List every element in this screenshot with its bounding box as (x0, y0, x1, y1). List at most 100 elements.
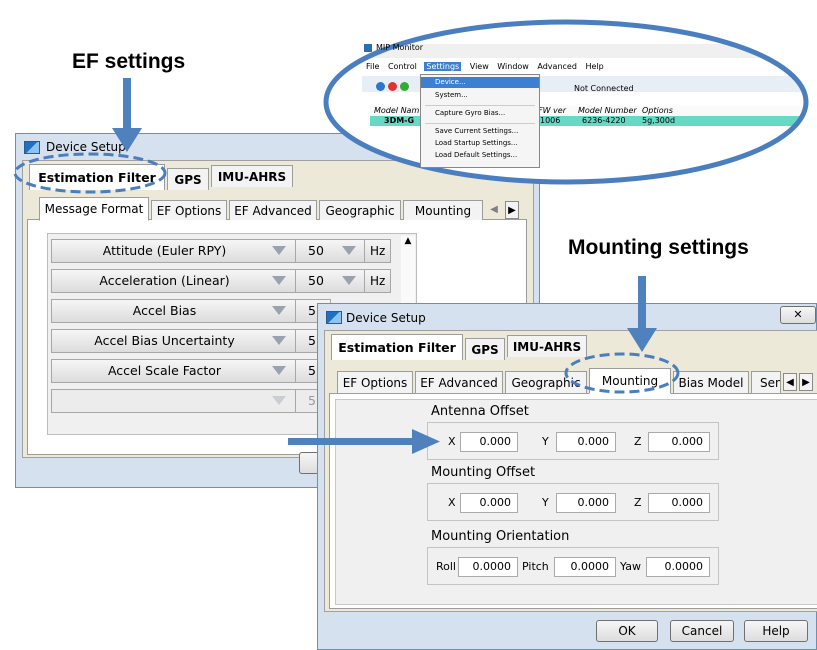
menu-item-device[interactable]: Device... (435, 78, 466, 86)
message-row: Acceleration (Linear) 50 Hz (51, 269, 391, 293)
unit-label: Hz (370, 244, 386, 258)
menu-item-load-startup[interactable]: Load Startup Settings... (435, 139, 518, 147)
tab-bias-model[interactable]: Bias Model (673, 371, 749, 393)
mip-menubar: File Control Settings View Window Advanc… (366, 62, 604, 71)
chevron-down-icon (272, 246, 286, 255)
mip-title: MIP Monitor (376, 43, 424, 52)
record-icon[interactable] (400, 82, 409, 91)
mounting-tab-highlight (564, 352, 680, 394)
tab-message-format[interactable]: Message Format (39, 197, 149, 221)
menu-item-save-current[interactable]: Save Current Settings... (435, 127, 518, 135)
menu-advanced[interactable]: Advanced (537, 62, 577, 71)
message-row: 5 (51, 389, 331, 413)
chevron-down-icon (272, 366, 286, 375)
antenna-y-input[interactable]: 0.000 (556, 432, 616, 452)
tab-scroll-right-button[interactable]: ▶ (505, 201, 519, 219)
mounting-y-input[interactable]: 0.000 (556, 493, 616, 513)
message-row: Accel Bias Uncertainty 5 (51, 329, 331, 353)
rate-dropdown[interactable]: 50 (296, 270, 336, 292)
y-label: Y (542, 496, 549, 509)
mounting-orientation-group: Roll 0.0000 Pitch 0.0000 Yaw 0.0000 (427, 547, 719, 585)
message-type-dropdown[interactable] (52, 390, 277, 412)
dialog-2-title: Device Setup (346, 311, 426, 325)
chevron-down-icon (272, 306, 286, 315)
antenna-z-input[interactable]: 0.000 (648, 432, 710, 452)
tab-ef-advanced[interactable]: EF Advanced (229, 200, 317, 220)
roll-input[interactable]: 0.0000 (458, 557, 518, 577)
mounting-z-input[interactable]: 0.000 (648, 493, 710, 513)
chevron-down-icon (342, 276, 356, 285)
col-model-number: Model Number (578, 106, 637, 115)
z-label: Z (634, 496, 642, 509)
tab-gps[interactable]: GPS (167, 168, 209, 190)
message-type-dropdown[interactable]: Accel Bias (52, 300, 277, 322)
stop-icon[interactable] (388, 82, 397, 91)
roll-label: Roll (436, 560, 456, 573)
mounting-settings-callout: Mounting settings (568, 236, 749, 259)
message-type-dropdown[interactable]: Attitude (Euler RPY) (52, 240, 277, 262)
antenna-offset-arrow (288, 429, 440, 454)
chevron-down-icon (272, 276, 286, 285)
y-label: Y (542, 435, 549, 448)
mounting-x-input[interactable]: 0.000 (460, 493, 518, 513)
tab-scroll-right-button[interactable]: ▶ (799, 373, 813, 391)
mip-monitor-zoom: MIP Monitor File Control Settings View W… (322, 18, 810, 186)
yaw-label: Yaw (620, 560, 641, 573)
menu-help[interactable]: Help (585, 62, 603, 71)
menu-item-capture-gyro-bias[interactable]: Capture Gyro Bias... (435, 109, 505, 117)
device-row-model-number[interactable]: 6236-4220 (582, 116, 626, 125)
chevron-down-icon (272, 396, 286, 405)
antenna-x-input[interactable]: 0.000 (460, 432, 518, 452)
x-label: X (448, 435, 456, 448)
ef-settings-arrow (112, 78, 142, 152)
connect-icon[interactable] (376, 82, 385, 91)
pitch-input[interactable]: 0.0000 (554, 557, 616, 577)
tab-scroll-left-button[interactable]: ◀ (487, 201, 501, 219)
settings-dropdown-menu: Device... System... Capture Gyro Bias...… (420, 74, 540, 168)
tab-ef-options[interactable]: EF Options (337, 371, 413, 393)
tab-ef-advanced[interactable]: EF Advanced (415, 371, 503, 393)
device-row-model[interactable]: 3DM-G (384, 116, 414, 125)
cancel-button[interactable]: Cancel (670, 620, 734, 642)
menu-window[interactable]: Window (497, 62, 529, 71)
message-type-dropdown[interactable]: Accel Bias Uncertainty (52, 330, 277, 352)
rate-dropdown[interactable]: 50 (296, 240, 336, 262)
message-type-dropdown[interactable]: Acceleration (Linear) (52, 270, 277, 292)
col-options: Options (642, 106, 673, 115)
tab-scroll-left-button[interactable]: ◀ (783, 373, 797, 391)
ok-button[interactable]: OK (596, 620, 658, 642)
menu-item-system[interactable]: System... (435, 91, 468, 99)
message-type-dropdown[interactable]: Accel Scale Factor (52, 360, 277, 382)
pitch-label: Pitch (522, 560, 549, 573)
mounting-orientation-title: Mounting Orientation (431, 529, 570, 544)
mounting-offset-group: X 0.000 Y 0.000 Z 0.000 (427, 483, 719, 521)
device-row-fw[interactable]: 1006 (540, 116, 560, 125)
chevron-down-icon (342, 246, 356, 255)
tab-gps[interactable]: GPS (465, 338, 505, 360)
ef-settings-callout: EF settings (72, 50, 186, 73)
col-model-name: Model Nam (374, 106, 420, 115)
close-button[interactable]: ✕ (780, 306, 816, 324)
menu-control[interactable]: Control (388, 62, 417, 71)
tab-sensor[interactable]: Sen (751, 371, 781, 393)
tab-estimation-filter[interactable]: Estimation Filter (331, 334, 463, 360)
tab-mounting[interactable]: Mounting (403, 200, 483, 220)
tab-geographic[interactable]: Geographic (319, 200, 401, 220)
mounting-offset-title: Mounting Offset (431, 465, 536, 480)
estimation-filter-highlight (13, 152, 167, 194)
message-row: Attitude (Euler RPY) 50 Hz (51, 239, 391, 263)
menu-view[interactable]: View (470, 62, 489, 71)
yaw-input[interactable]: 0.0000 (646, 557, 710, 577)
menu-file[interactable]: File (366, 62, 379, 71)
tab-ef-options[interactable]: EF Options (151, 200, 227, 220)
mip-app-icon (364, 44, 372, 52)
device-row-options[interactable]: 5g,300d (642, 116, 675, 125)
help-button[interactable]: Help (744, 620, 808, 642)
tab-imu-ahrs[interactable]: IMU-AHRS (211, 165, 293, 187)
menu-settings[interactable]: Settings (424, 62, 462, 71)
chevron-down-icon (272, 336, 286, 345)
menu-item-load-default[interactable]: Load Default Settings... (435, 151, 517, 159)
message-row: Accel Bias 5 (51, 299, 331, 323)
dialog-2-titlebar: Device Setup ✕ (318, 304, 816, 330)
col-fw-ver: FW ver (538, 106, 566, 115)
